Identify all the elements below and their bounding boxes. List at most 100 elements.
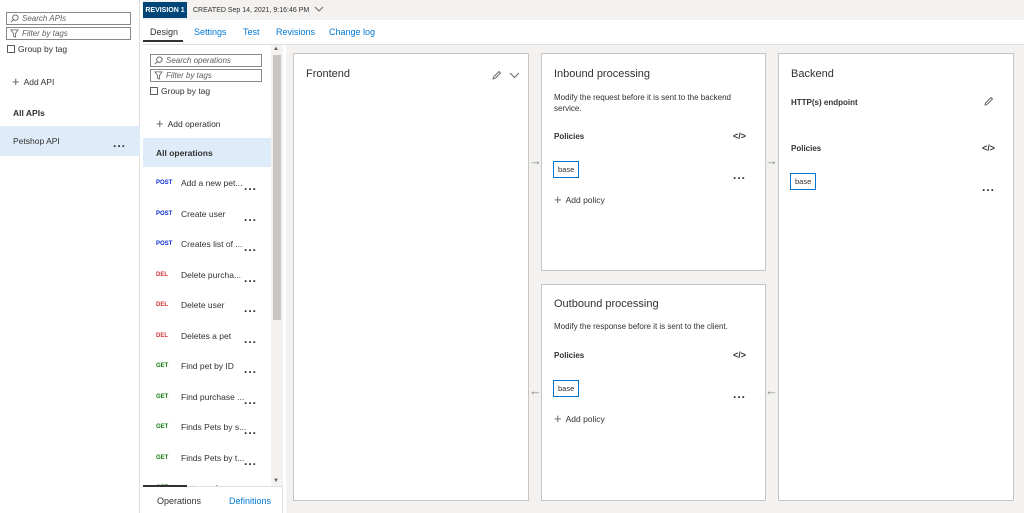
http-verb-badge: DEL [156,271,168,278]
edit-icon[interactable] [491,70,502,81]
api-group-by-tag-checkbox[interactable]: Group by tag [7,44,67,54]
inbound-add-policy-button[interactable]: + Add policy [554,193,605,206]
more-options-icon[interactable]: ... [244,333,257,345]
scrollbar[interactable]: ▲ ▼ [271,45,283,487]
operation-name: Add a new pet... [181,178,243,188]
http-verb-badge: POST [156,210,173,217]
add-policy-label: Add policy [565,413,605,424]
inbound-description: Modify the request before it is sent to … [554,93,731,113]
arrow-right-icon: → [765,153,778,168]
outbound-base-policy[interactable]: base [553,380,580,397]
plus-icon: + [12,74,20,89]
more-options-icon[interactable]: ... [244,211,257,223]
scrollbar-thumb[interactable] [273,55,281,320]
created-label: CREATED Sep 14, 2021, 9:16:46 PM [193,7,310,14]
http-verb-badge: GET [156,363,169,369]
tab-settings[interactable]: Settings [194,27,227,37]
backend-title: Backend [791,68,834,80]
all-apis-heading[interactable]: All APIs [13,108,45,118]
frontend-card: Frontend [293,53,529,501]
tab-design[interactable]: Design [150,27,178,37]
more-options-icon[interactable]: ... [244,455,257,467]
operation-item[interactable]: POST Creates list of ...... [143,229,271,259]
backend-policies-label: Policies [791,144,822,153]
active-bottom-tab-indicator [143,485,187,487]
more-options-icon[interactable]: ... [244,302,257,314]
operation-name: Finds Pets by s... [181,422,247,432]
more-options-icon[interactable]: ... [113,137,126,149]
apis-panel: Search APIs Filter by tags Group by tag … [0,0,140,513]
tab-change-log[interactable]: Change log [329,27,375,37]
tab-revisions[interactable]: Revisions [276,27,315,37]
inbound-base-policy[interactable]: base [553,161,580,178]
api-item-label: Petshop API [13,136,60,146]
active-tab-indicator [143,40,183,42]
operation-name: Creates list of ... [181,239,243,249]
tab-test[interactable]: Test [243,27,260,37]
scroll-down-icon[interactable]: ▼ [273,478,279,484]
arrow-left-icon: ← [765,383,778,398]
backend-card: Backend HTTP(s) endpoint Policies </> ba… [778,53,1014,501]
more-options-icon[interactable]: ... [244,394,257,406]
filter-icon [10,29,19,38]
http-verb-badge: POST [156,180,173,186]
operation-name: Create user [181,208,226,219]
more-options-icon[interactable]: ... [244,180,257,192]
operation-item[interactable]: GET Finds Pets by s...... [143,412,271,442]
operation-item[interactable]: POST Create user... [143,199,271,229]
policy-canvas: Frontend → ← Inbound processing Modify t… [286,45,1024,513]
revision-badge[interactable]: REVISION 1 [143,2,187,18]
edit-icon[interactable] [983,96,994,107]
more-options-icon[interactable]: ... [244,424,257,436]
code-editor-icon[interactable]: </> [733,131,746,141]
more-options-icon[interactable]: ... [733,388,746,400]
plus-icon: + [554,192,562,207]
backend-endpoint-label: HTTP(s) endpoint [791,98,858,107]
more-options-icon[interactable]: ... [733,169,746,181]
add-policy-label: Add policy [565,194,605,205]
outbound-add-policy-button[interactable]: + Add policy [554,412,605,425]
operations-panel: Search operations Filter by tags Group b… [143,45,283,513]
add-api-button[interactable]: + Add API [12,75,54,88]
http-verb-badge: GET [156,393,169,400]
operation-item[interactable]: GET Find pet by ID... [143,351,271,381]
operation-name: Find pet by ID [181,361,234,371]
chevron-down-icon[interactable] [314,6,324,12]
operation-item[interactable]: GET Finds Pets by t...... [143,443,271,473]
inbound-policies-label: Policies [554,132,585,141]
outbound-processing-card: Outbound processing Modify the response … [541,284,766,501]
operation-item[interactable]: POST Add a new pet...... [143,168,271,198]
more-options-icon[interactable]: ... [244,272,257,284]
checkbox-box[interactable] [7,45,15,53]
more-options-icon[interactable]: ... [244,363,257,375]
created-timestamp[interactable]: CREATED Sep 14, 2021, 9:16:46 PM [193,6,324,14]
api-filter-placeholder: Filter by tags [22,29,68,38]
http-verb-badge: POST [156,241,173,247]
chevron-down-icon[interactable] [509,72,520,79]
operation-name: Find purchase ... [181,391,245,402]
api-group-by-tag-label: Group by tag [18,44,68,54]
plus-icon: + [554,411,562,426]
operation-item[interactable]: DEL Delete purcha...... [143,260,271,290]
tab-operations[interactable]: Operations [157,496,201,506]
http-verb-badge: GET [156,424,169,430]
api-item-petshop[interactable]: Petshop API ... [0,126,140,156]
operations-list: POST Add a new pet...... POST Create user..… [143,45,271,486]
operation-name: Delete user [181,300,225,310]
operation-item[interactable]: DEL Delete user... [143,290,271,320]
api-search-placeholder: Search APIs [22,14,67,23]
operation-item[interactable]: GET Find purchase ...... [143,382,271,412]
operation-name: Deletes a pet [181,330,232,341]
operation-item[interactable]: DEL Deletes a pet... [143,321,271,351]
api-filter-input[interactable]: Filter by tags [6,27,131,40]
more-options-icon[interactable]: ... [982,181,995,193]
scroll-up-icon[interactable]: ▲ [273,46,279,52]
backend-base-policy[interactable]: base [790,173,817,190]
operation-name: Delete purcha... [181,269,242,280]
api-search-input[interactable]: Search APIs [6,12,131,25]
outbound-description: Modify the response before it is sent to… [554,322,728,331]
code-editor-icon[interactable]: </> [982,143,995,153]
tab-definitions[interactable]: Definitions [229,496,271,506]
more-options-icon[interactable]: ... [244,241,257,253]
code-editor-icon[interactable]: </> [733,350,746,360]
